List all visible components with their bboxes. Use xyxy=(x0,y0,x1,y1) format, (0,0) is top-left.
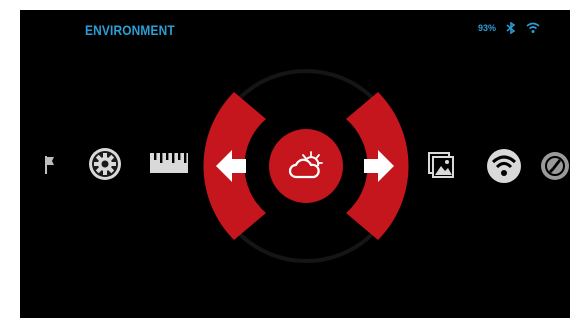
arrow-right-icon[interactable] xyxy=(364,149,394,183)
wifi-menu-icon[interactable] xyxy=(486,148,522,184)
weather-icon xyxy=(287,149,325,183)
gear-icon[interactable] xyxy=(88,147,122,181)
gallery-icon[interactable] xyxy=(427,151,455,179)
arrow-left-icon[interactable] xyxy=(216,149,246,183)
flag-icon[interactable] xyxy=(44,155,56,175)
ruler-icon[interactable] xyxy=(149,152,189,174)
compass-icon[interactable] xyxy=(540,150,570,182)
screen: ENVIRONMENT 93% xyxy=(20,10,570,318)
